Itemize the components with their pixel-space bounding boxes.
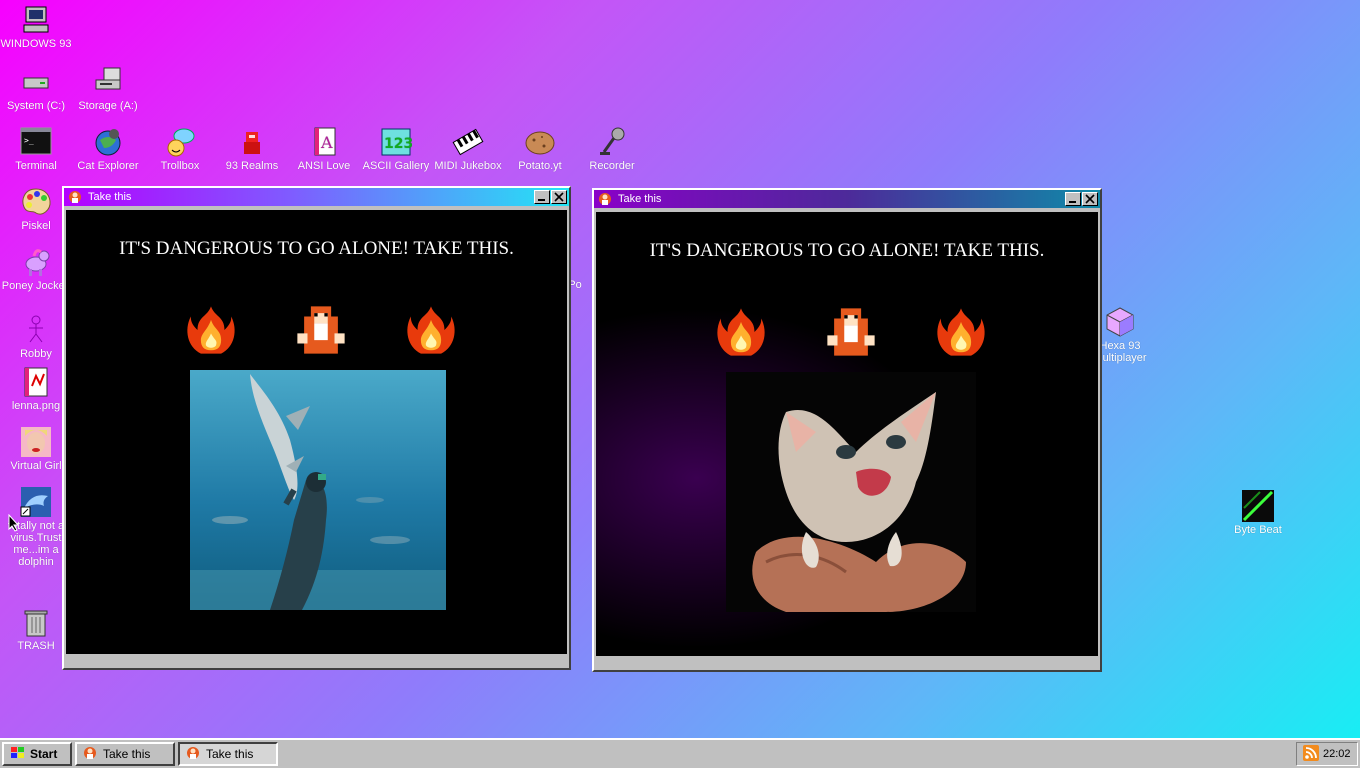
windows-logo-icon <box>10 746 26 763</box>
desktop-icon-label: Storage (A:) <box>78 100 138 112</box>
piano-keys-icon <box>452 126 484 158</box>
svg-text:123: 123 <box>384 136 412 152</box>
image-file-icon <box>20 366 52 398</box>
desktop-icon-label: 93 Realms <box>225 160 279 172</box>
old-man-icon <box>598 192 612 206</box>
zelda-quote-heading: IT'S DANGEROUS TO GO ALONE! TAKE THIS. <box>119 238 514 259</box>
close-button[interactable] <box>551 190 567 204</box>
desktop-icon-windows93[interactable]: WINDOWS 93 <box>0 4 72 50</box>
desktop-icon-byte-beat[interactable]: Byte Beat <box>1222 490 1294 536</box>
desktop-icon-label: ANSI Love <box>297 160 351 172</box>
window-titlebar[interactable]: Take this <box>594 190 1100 208</box>
floppy-drive-icon <box>92 66 124 98</box>
old-man-icon <box>68 190 82 204</box>
window-titlebar[interactable]: Take this <box>64 188 569 206</box>
red-knight-icon <box>236 126 268 158</box>
taskbar-item-label: Take this <box>103 747 151 761</box>
clock[interactable]: 22:02 <box>1323 748 1351 760</box>
start-button[interactable]: Start <box>2 742 72 766</box>
byte-beat-icon <box>1242 490 1274 522</box>
numbers-123-icon: 123 <box>380 126 413 158</box>
old-man-icon <box>297 306 345 354</box>
taskbar: Start Take this Take this 22:02 <box>0 738 1360 768</box>
trash-can-icon <box>20 606 52 638</box>
old-man-icon <box>827 308 875 356</box>
fire-icon <box>407 306 455 354</box>
desktop-icon-ascii-gallery[interactable]: 123 ASCII Gallery <box>360 126 432 172</box>
desktop-icon-93-realms[interactable]: 93 Realms <box>216 126 288 172</box>
taskbar-item-label: Take this <box>206 747 254 761</box>
take-this-window-2[interactable]: Take this IT'S DANGEROUS TO GO ALONE! TA… <box>592 188 1102 672</box>
fire-icon <box>937 308 985 356</box>
desktop-icon-trollbox[interactable]: Trollbox <box>144 126 216 172</box>
taskbar-item-take-this-2[interactable]: Take this <box>178 742 278 766</box>
globe-cat-icon <box>92 126 124 158</box>
cube-icon <box>1104 306 1136 338</box>
potato-icon <box>524 126 556 158</box>
window-title: Take this <box>618 193 662 205</box>
desktop-icon-system-c[interactable]: System (C:) <box>0 66 72 112</box>
minimize-button[interactable] <box>1065 192 1081 206</box>
old-man-icon <box>83 746 97 763</box>
system-tray: 22:02 <box>1296 742 1358 766</box>
desktop-icon-midi-jukebox[interactable]: MIDI Jukebox <box>432 126 504 172</box>
mouse-cursor-icon <box>8 514 20 532</box>
desktop-icon-label: System (C:) <box>6 100 66 112</box>
desktop-icon-ansi-love[interactable]: A ANSI Love <box>288 126 360 172</box>
window-content: IT'S DANGEROUS TO GO ALONE! TAKE THIS. <box>596 212 1098 656</box>
desktop-icon-terminal[interactable]: >_ Terminal <box>0 126 72 172</box>
desktop-icon-label: MIDI Jukebox <box>434 160 502 172</box>
desktop-icon-recorder[interactable]: Recorder <box>576 126 648 172</box>
old-man-icon <box>186 746 200 763</box>
window-content: IT'S DANGEROUS TO GO ALONE! TAKE THIS. <box>66 210 567 654</box>
desktop-icon-label: ASCII Gallery <box>362 160 430 172</box>
hard-drive-icon <box>20 66 52 98</box>
zelda-quote-heading: IT'S DANGEROUS TO GO ALONE! TAKE THIS. <box>649 240 1045 261</box>
kitten-photo <box>726 372 976 612</box>
desktop-icon-potato-yt[interactable]: Potato.yt <box>504 126 576 172</box>
desktop-icon-label: Byte Beat <box>1234 524 1282 536</box>
dolphin-icon <box>20 486 52 518</box>
desktop-icon-label: Cat Explorer <box>77 160 139 172</box>
desktop-icon-cat-explorer[interactable]: Cat Explorer <box>72 126 144 172</box>
fire-icon <box>717 308 765 356</box>
rss-feed-icon[interactable] <box>1303 744 1319 764</box>
window-title: Take this <box>88 191 132 203</box>
computer-icon <box>20 4 52 36</box>
microphone-icon <box>596 126 628 158</box>
desktop-icon-label: Trollbox <box>160 160 200 172</box>
shark-and-diver-photo <box>190 370 446 610</box>
face-portrait-icon <box>20 426 52 458</box>
paint-palette-icon <box>20 186 52 218</box>
ansi-document-icon: A <box>308 126 340 158</box>
terminal-icon: >_ <box>20 126 52 158</box>
taskbar-item-take-this-1[interactable]: Take this <box>75 742 175 766</box>
svg-text:>_: >_ <box>24 136 34 145</box>
desktop-icon-storage-a[interactable]: Storage (A:) <box>72 66 144 112</box>
chat-bubble-icon <box>164 126 196 158</box>
minimize-button[interactable] <box>534 190 550 204</box>
desktop-icon-label: Potato.yt <box>518 160 562 172</box>
desktop-icon-label: Recorder <box>589 160 635 172</box>
stick-figure-icon <box>20 314 52 346</box>
fire-icon <box>187 306 235 354</box>
svg-text:A: A <box>320 133 333 152</box>
desktop-icon-label: WINDOWS 93 <box>0 38 72 50</box>
close-button[interactable] <box>1082 192 1098 206</box>
start-label: Start <box>30 747 58 761</box>
take-this-window-1[interactable]: Take this IT'S DANGEROUS TO GO ALONE! TA… <box>62 186 571 670</box>
desktop-icon-label: Terminal <box>15 160 57 172</box>
pony-icon <box>20 246 52 278</box>
